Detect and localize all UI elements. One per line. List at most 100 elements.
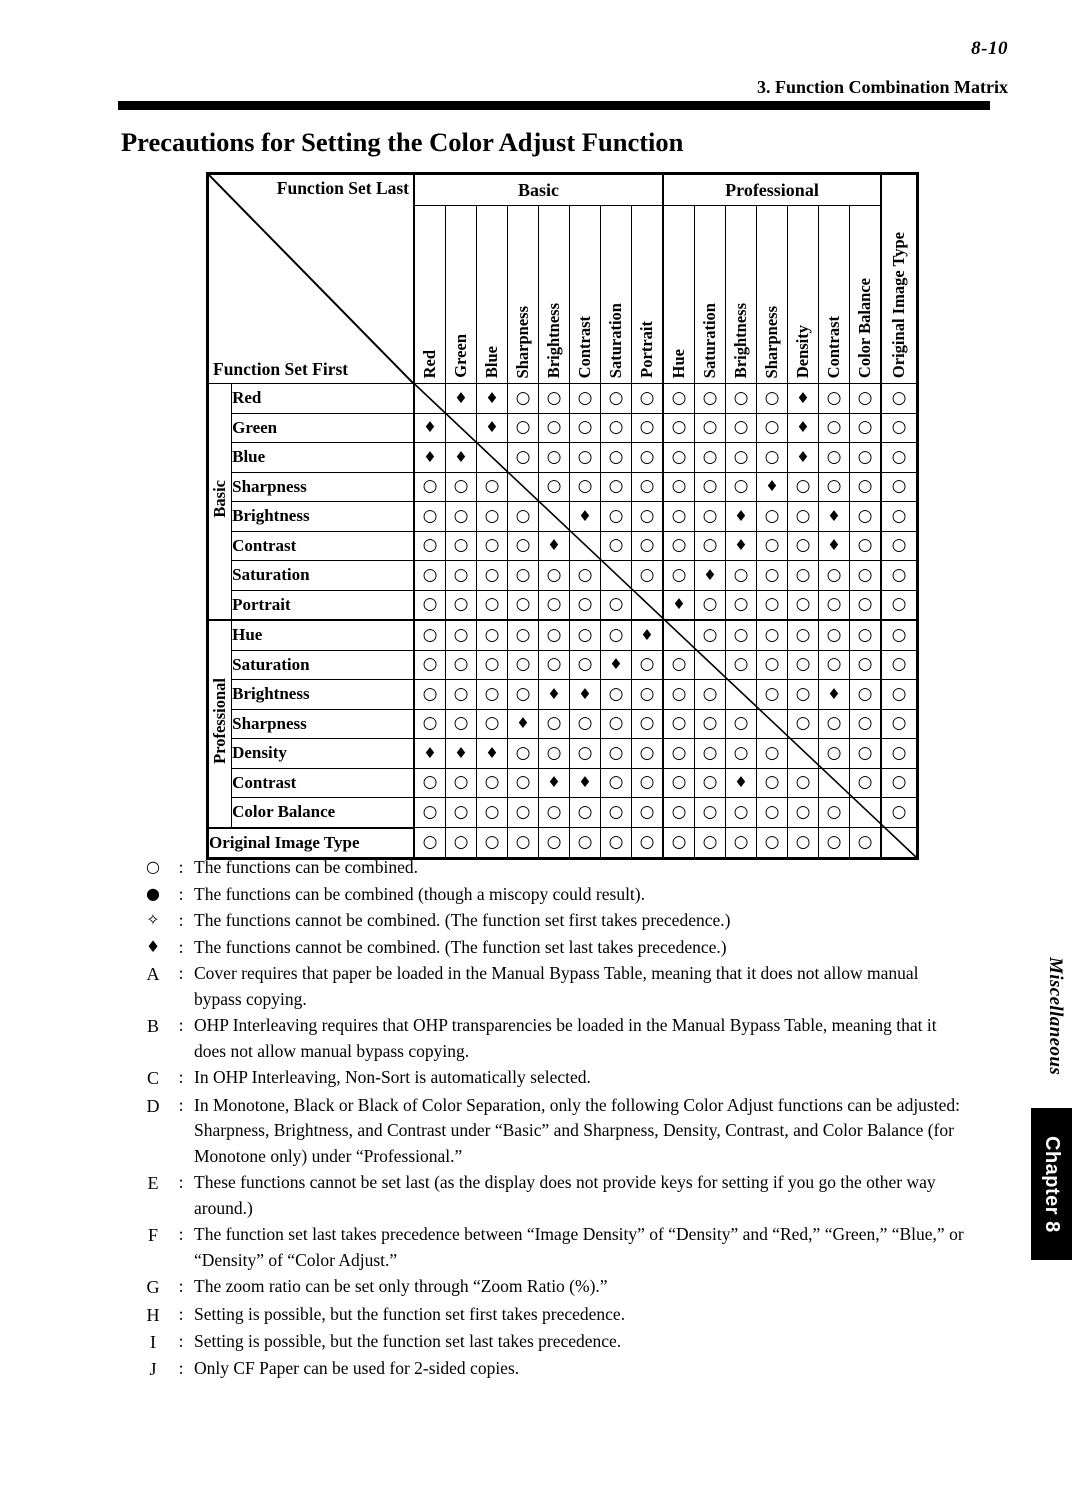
combinable-circle-icon: ○ [546,802,562,822]
combinable-circle-icon: ○ [891,387,907,408]
legend-item: ○: The functions can be combined. [138,855,968,881]
matrix-cell: ○ [413,501,446,532]
combinable-circle-icon: ○ [764,594,780,615]
matrix-cell: ○ [445,501,477,532]
matrix-cell: ○ [662,797,695,828]
legend-description: In OHP Interleaving, Non-Sort is automat… [194,1067,591,1088]
matrix-cell: ♦ [725,767,757,798]
combinable-circle-icon: ○ [577,594,593,615]
matrix-cell: ○ [818,619,850,651]
combinable-circle-icon: ○ [639,417,655,438]
matrix-cell: ○ [694,708,726,739]
row-header-portrait: Portrait [231,589,416,621]
combinable-circle-icon: ○ [484,505,500,526]
matrix-cell: ♦ [445,738,477,769]
matrix-cell: ♦ [600,649,632,680]
matrix-cell: ○ [787,619,819,651]
combinable-circle-icon: ○ [484,713,500,734]
column-header-density: Density [787,205,819,384]
matrix-cell: ○ [538,619,570,651]
combinable-circle-icon: ○ [702,387,718,408]
matrix-cell: ○ [507,619,539,651]
not-combinable-diamond-icon: ♦ [827,684,841,703]
combinable-circle-icon: ○ [733,802,749,822]
combinable-circle-icon: ○ [608,802,624,822]
combinable-circle-icon: ○ [639,476,655,497]
function-combination-matrix: Function Set Last Function Set First Bas… [205,172,919,860]
combinable-circle-icon: ○ [453,594,469,615]
matrix-cell: ○ [694,383,726,414]
legend-item: D: In Monotone, Black or Black of Color S… [138,1093,968,1170]
matrix-cell: ○ [507,649,539,680]
matrix-cell: ○ [600,738,632,769]
matrix-cell: ○ [818,827,850,860]
combinable-circle-icon: ○ [733,742,749,763]
matrix-cell: ○ [662,530,695,561]
matrix-cell: ♦ [476,412,508,443]
combinable-circle-icon: ○ [608,594,624,615]
not-combinable-diamond-icon: ♦ [734,773,748,792]
combinable-circle-icon: ○ [857,742,873,763]
combinable-circle-icon: ○ [702,832,718,852]
legend-key-letter: G [146,1277,160,1298]
matrix-cell: ○ [600,797,632,828]
matrix-cell: ○ [880,530,919,561]
header-rule [118,101,990,110]
combinable-circle-icon: ○ [733,832,749,852]
combinable-circle-icon: ○ [702,802,718,822]
matrix-cell: ♦ [569,501,601,532]
column-header-red: Red [413,205,446,384]
legend-colon: : [178,1358,184,1379]
legend-item: C: In OHP Interleaving, Non-Sort is autom… [138,1065,968,1091]
combinable-circle-icon: ○ [891,417,907,438]
matrix-row: Contrast ○ ○ ○ ○ ♦ ♦ ○ ○ ○ ○ ♦ ○ ○ ○ ○ [208,767,919,798]
matrix-cell: ○ [818,442,850,473]
combinable-circle-icon: ○ [484,624,500,645]
legend-item: F: The function set last takes precedence… [138,1222,968,1273]
matrix-cell: ○ [538,708,570,739]
not-combinable-diamond-icon: ♦ [485,743,499,762]
legend-colon: : [178,1067,184,1088]
matrix-cell: ○ [787,679,819,710]
matrix-cell: ○ [694,442,726,473]
combinable-circle-icon: ○ [577,742,593,763]
combinable-circle-icon: ○ [546,594,562,615]
not-combinable-diamond-icon: ♦ [485,418,499,437]
legend-description: The zoom ratio can be set only through “… [194,1276,608,1297]
legend-item: I: Setting is possible, but the function … [138,1329,968,1355]
legend-key-letter: H [146,1304,160,1325]
combinable-circle-icon: ○ [515,417,531,438]
combinable-circle-icon: ○ [422,654,438,675]
matrix-cell: ○ [476,589,508,621]
combinable-circle-icon: ○ [577,654,593,675]
matrix-cell: ○ [662,649,695,680]
combinable-circle-icon: ○ [795,654,811,675]
combinable-circle-icon: ○ [857,446,873,467]
combinable-circle-icon: ○ [795,772,811,793]
combinable-circle-icon: ○ [608,387,624,408]
matrix-cell: ○ [569,649,601,680]
combinable-circle-icon: ○ [422,476,438,497]
matrix-cell-self [725,679,757,710]
combinable-circle-icon: ○ [795,624,811,645]
combinable-circle-icon: ○ [515,624,531,645]
matrix-cell: ○ [880,679,919,710]
legend-description: Setting is possible, but the function se… [194,1331,622,1351]
matrix-cell: ○ [507,442,539,473]
matrix-cell: ○ [880,471,919,502]
matrix-cell: ○ [849,738,882,769]
matrix-cell: ♦ [569,767,601,798]
combinable-circle-icon: ○ [515,772,531,793]
matrix-cell: ○ [662,708,695,739]
matrix-cell: ○ [849,442,882,473]
matrix-cell: ○ [662,679,695,710]
matrix-cell: ○ [600,827,632,860]
matrix-cell: ○ [507,738,539,769]
not-combinable-diamond-icon: ♦ [578,506,592,525]
matrix-cell: ○ [600,530,632,561]
matrix-cell: ○ [507,767,539,798]
matrix-group-header-row: Function Set Last Function Set First Bas… [206,172,919,384]
combinable-circle-icon: ○ [702,742,718,763]
legend-key-symbol-icon: ✧ [146,910,160,930]
combinable-circle-icon: ○ [453,564,469,585]
